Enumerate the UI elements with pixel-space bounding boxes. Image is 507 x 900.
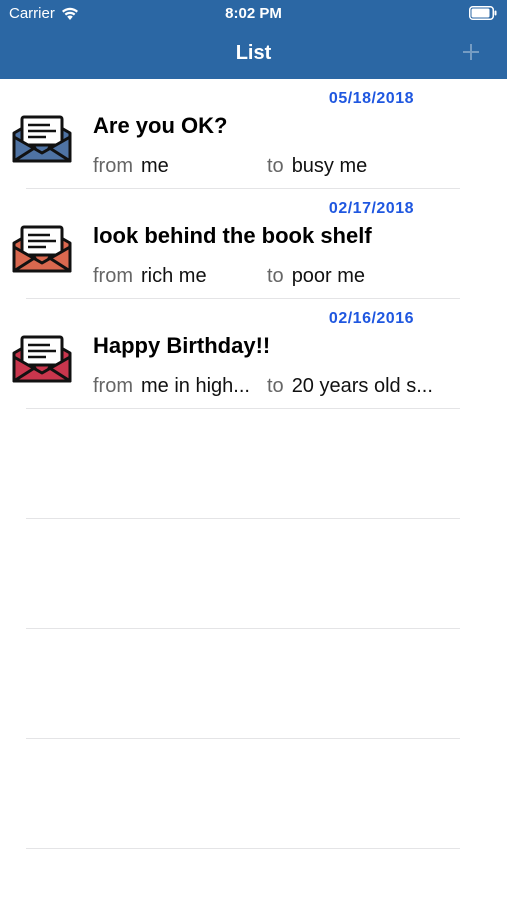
to-label: to bbox=[267, 375, 284, 397]
battery-icon bbox=[469, 6, 497, 20]
letter-date: 02/16/2016 bbox=[328, 310, 414, 327]
from-label: from bbox=[93, 265, 133, 287]
from-field: from me bbox=[93, 155, 169, 178]
letter-date: 05/18/2018 bbox=[328, 90, 414, 107]
list-item[interactable]: 02/16/2016 Happy Birthday!! from me in hi… bbox=[0, 299, 507, 409]
empty-row bbox=[0, 409, 507, 519]
from-value: rich me bbox=[141, 265, 207, 287]
page-title: List bbox=[235, 42, 272, 64]
empty-row bbox=[0, 519, 507, 629]
to-value: busy me bbox=[291, 155, 368, 177]
letter-date: 02/17/2018 bbox=[328, 200, 414, 217]
to-value: 20 years old s... bbox=[291, 375, 433, 397]
from-label: from bbox=[93, 155, 133, 177]
to-field: to poor me bbox=[267, 265, 365, 288]
add-button[interactable] bbox=[459, 38, 483, 66]
envelope-icon bbox=[12, 225, 72, 273]
to-label: to bbox=[267, 155, 284, 177]
to-label: to bbox=[267, 265, 284, 287]
clock: 8:02 PM bbox=[225, 5, 282, 22]
envelope-icon bbox=[12, 115, 72, 163]
to-field: to busy me bbox=[267, 155, 367, 178]
letter-title: Happy Birthday!! bbox=[93, 333, 271, 358]
letter-list: 05/18/2018 Are you OK? from me to busy me … bbox=[0, 79, 507, 849]
letter-title: look behind the book shelf bbox=[93, 223, 372, 248]
to-value: poor me bbox=[291, 265, 366, 287]
letter-title: Are you OK? bbox=[93, 113, 228, 138]
from-label: from bbox=[93, 375, 133, 397]
empty-row bbox=[0, 629, 507, 739]
list-item[interactable]: 02/17/2018 look behind the book shelf fr… bbox=[0, 189, 507, 299]
list-item[interactable]: 05/18/2018 Are you OK? from me to busy me bbox=[0, 79, 507, 189]
to-field: to 20 years old s... bbox=[267, 375, 433, 398]
nav-bar: List bbox=[0, 28, 507, 79]
from-field: from rich me bbox=[93, 265, 207, 288]
header: Carrier 8:02 PM List bbox=[0, 0, 507, 79]
plus-icon bbox=[463, 44, 479, 60]
empty-row bbox=[0, 739, 507, 849]
status-bar: Carrier 8:02 PM bbox=[0, 0, 507, 28]
from-value: me in high... bbox=[141, 375, 250, 397]
envelope-icon bbox=[12, 335, 72, 383]
from-field: from me in high... bbox=[93, 375, 250, 398]
from-value: me bbox=[141, 155, 169, 177]
